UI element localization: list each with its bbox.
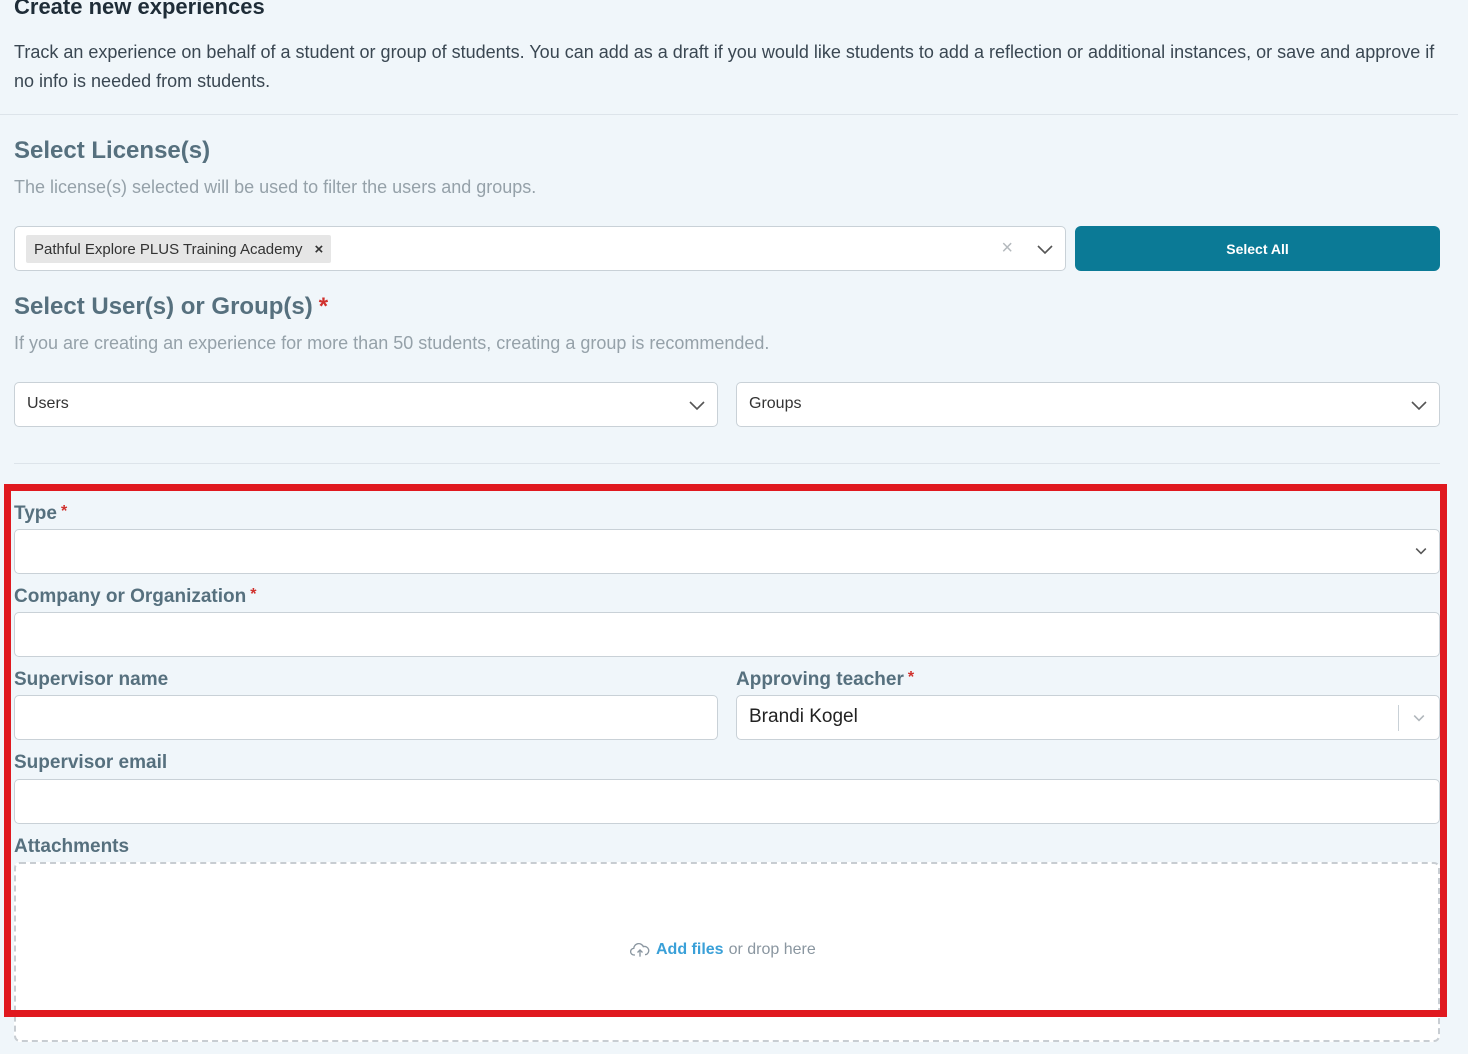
license-section-title: Select License(s) (14, 137, 211, 164)
attachments-label: Attachments (14, 836, 130, 857)
required-mark: * (318, 293, 329, 320)
license-select[interactable]: Pathful Explore PLUS Training Academy × … (14, 226, 1066, 271)
users-section-title: Select User(s) or Group(s) * (14, 293, 329, 320)
cloud-upload-icon (630, 943, 650, 957)
drop-hint: Add files or drop here (630, 941, 816, 959)
license-section-description: The license(s) selected will be used to … (14, 177, 537, 197)
page-intro: Track an experience on behalf of a stude… (14, 42, 1435, 91)
chevron-down-icon[interactable] (1409, 395, 1429, 415)
groups-select[interactable]: Groups (736, 382, 1440, 427)
divider (14, 463, 1440, 464)
select-all-button[interactable]: Select All (1075, 226, 1440, 271)
users-placeholder: Users (27, 395, 69, 412)
approving-teacher-select[interactable]: Brandi Kogel (736, 695, 1440, 740)
chevron-down-icon[interactable] (1413, 543, 1429, 559)
attachments-dropzone[interactable]: Add files or drop here (14, 862, 1440, 1042)
supervisor-email-label: Supervisor email (14, 752, 168, 773)
company-input[interactable] (14, 612, 1440, 657)
supervisor-name-input[interactable] (14, 695, 718, 740)
add-files-link[interactable]: Add files (656, 941, 724, 959)
page-title: Create new experiences (14, 0, 265, 19)
remove-tag-icon[interactable]: × (314, 241, 323, 258)
license-tag: Pathful Explore PLUS Training Academy × (26, 235, 332, 263)
company-label: Company or Organization * (14, 586, 257, 607)
groups-placeholder: Groups (749, 395, 802, 412)
chevron-down-icon[interactable] (1035, 239, 1055, 259)
divider (0, 114, 1458, 115)
type-select[interactable] (14, 529, 1440, 574)
required-mark: * (60, 503, 68, 520)
type-label: Type * (14, 503, 68, 524)
drop-hint-text: or drop here (728, 941, 816, 958)
chevron-down-icon[interactable] (687, 395, 707, 415)
users-section-description: If you are creating an experience for mo… (14, 333, 770, 353)
approving-teacher-value: Brandi Kogel (749, 706, 858, 727)
license-tag-label: Pathful Explore PLUS Training Academy (34, 240, 303, 258)
supervisor-name-label: Supervisor name (14, 669, 169, 690)
clear-icon[interactable]: × (1001, 237, 1013, 260)
approving-teacher-label: Approving teacher * (736, 669, 915, 690)
users-select[interactable]: Users (14, 382, 718, 427)
chevron-down-icon[interactable] (1411, 710, 1427, 726)
select-separator (1398, 705, 1399, 731)
required-mark: * (250, 586, 257, 603)
supervisor-email-input[interactable] (14, 779, 1440, 824)
required-mark: * (907, 669, 915, 686)
